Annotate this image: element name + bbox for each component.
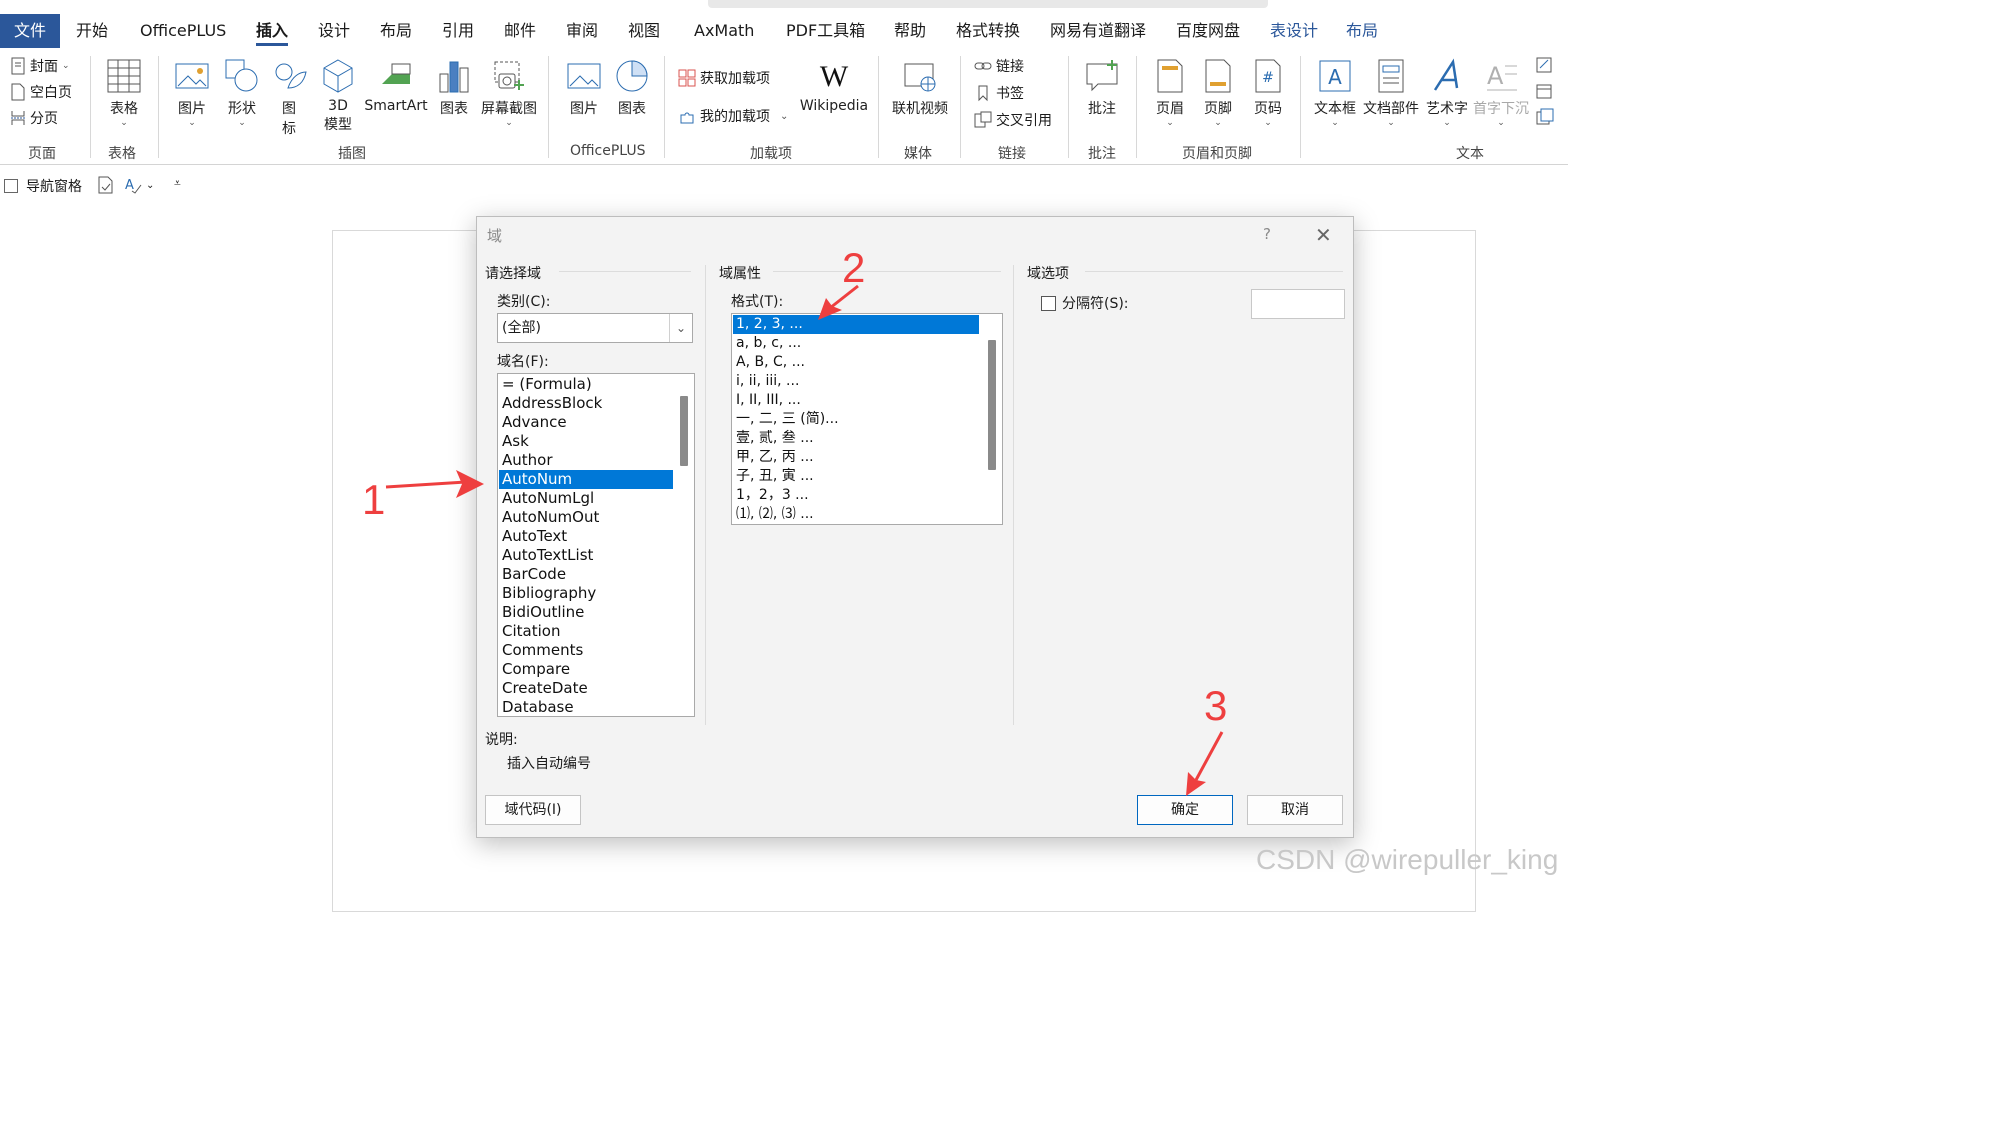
arrow-step-3-head (1186, 772, 1206, 796)
annotation-step-1: 1 (362, 476, 386, 523)
annotation-step-3: 3 (1204, 682, 1228, 729)
annotation-step-2: 2 (842, 244, 866, 291)
arrow-step-3 (1194, 731, 1224, 781)
arrow-step-1-head (456, 470, 484, 498)
annotation-arrows (385, 284, 1224, 796)
arrow-step-1 (385, 480, 467, 489)
watermark: CSDN @wirepuller_king (1256, 844, 1559, 875)
